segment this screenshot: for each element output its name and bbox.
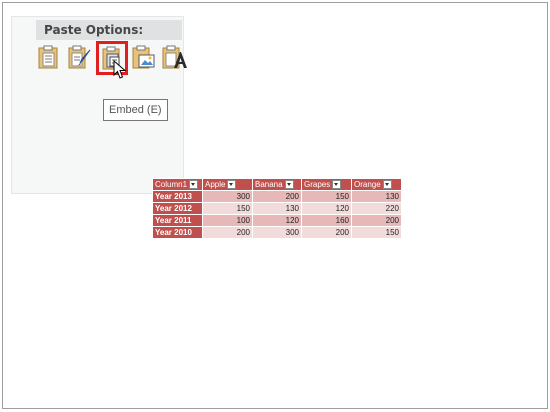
table-cell: 200 [301,226,352,239]
column-header: Banana [252,178,302,191]
table-cell: 130 [252,202,302,215]
filter-dropdown-icon[interactable] [227,180,237,190]
table-cell: 200 [351,214,402,227]
row-header: Year 2011 [152,214,203,227]
clipboard-paste-icon[interactable] [38,45,62,71]
table-cell: 200 [252,190,302,203]
table-cell: 120 [301,202,352,215]
column-header: Grapes [301,178,352,191]
filter-dropdown-icon[interactable] [382,180,392,190]
paste-options-title: Paste Options: [36,20,182,40]
column-header: Orange [351,178,402,191]
table-cell: 150 [202,202,253,215]
table-row: Year 2010 200 300 200 150 [152,226,402,239]
table-cell: 150 [301,190,352,203]
column-header: Apple [202,178,253,191]
mouse-pointer-icon [113,59,127,80]
data-table: Column1 Apple Banana Grapes Orange Year … [152,178,402,239]
table-cell: 150 [351,226,402,239]
table-row: Year 2011 100 120 160 200 [152,214,402,227]
clipboard-brush-icon[interactable] [68,45,92,71]
table-header-row: Column1 Apple Banana Grapes Orange [152,178,402,191]
table-cell: 120 [252,214,302,227]
table-cell: 300 [252,226,302,239]
table-cell: 100 [202,214,253,227]
row-header: Year 2013 [152,190,203,203]
table-cell: 130 [351,190,402,203]
table-row: Year 2013 300 200 150 130 [152,190,402,203]
filter-dropdown-icon[interactable] [284,180,294,190]
text-clipboard-icon[interactable] [162,45,187,71]
paste-options-panel: Paste Options: Embed (E) [11,16,187,194]
filter-dropdown-icon[interactable] [189,180,199,190]
table-cell: 220 [351,202,402,215]
slide-canvas: Paste Options: Embed (E) Column1 Apple B… [2,2,548,409]
row-header: Year 2010 [152,226,203,239]
picture-clipboard-icon[interactable] [132,45,156,71]
table-row: Year 2012 150 130 120 220 [152,202,402,215]
row-header: Year 2012 [152,202,203,215]
filter-dropdown-icon[interactable] [332,180,342,190]
column-header: Column1 [152,178,203,191]
table-cell: 200 [202,226,253,239]
table-cell: 160 [301,214,352,227]
table-cell: 300 [202,190,253,203]
tooltip: Embed (E) [103,99,168,121]
